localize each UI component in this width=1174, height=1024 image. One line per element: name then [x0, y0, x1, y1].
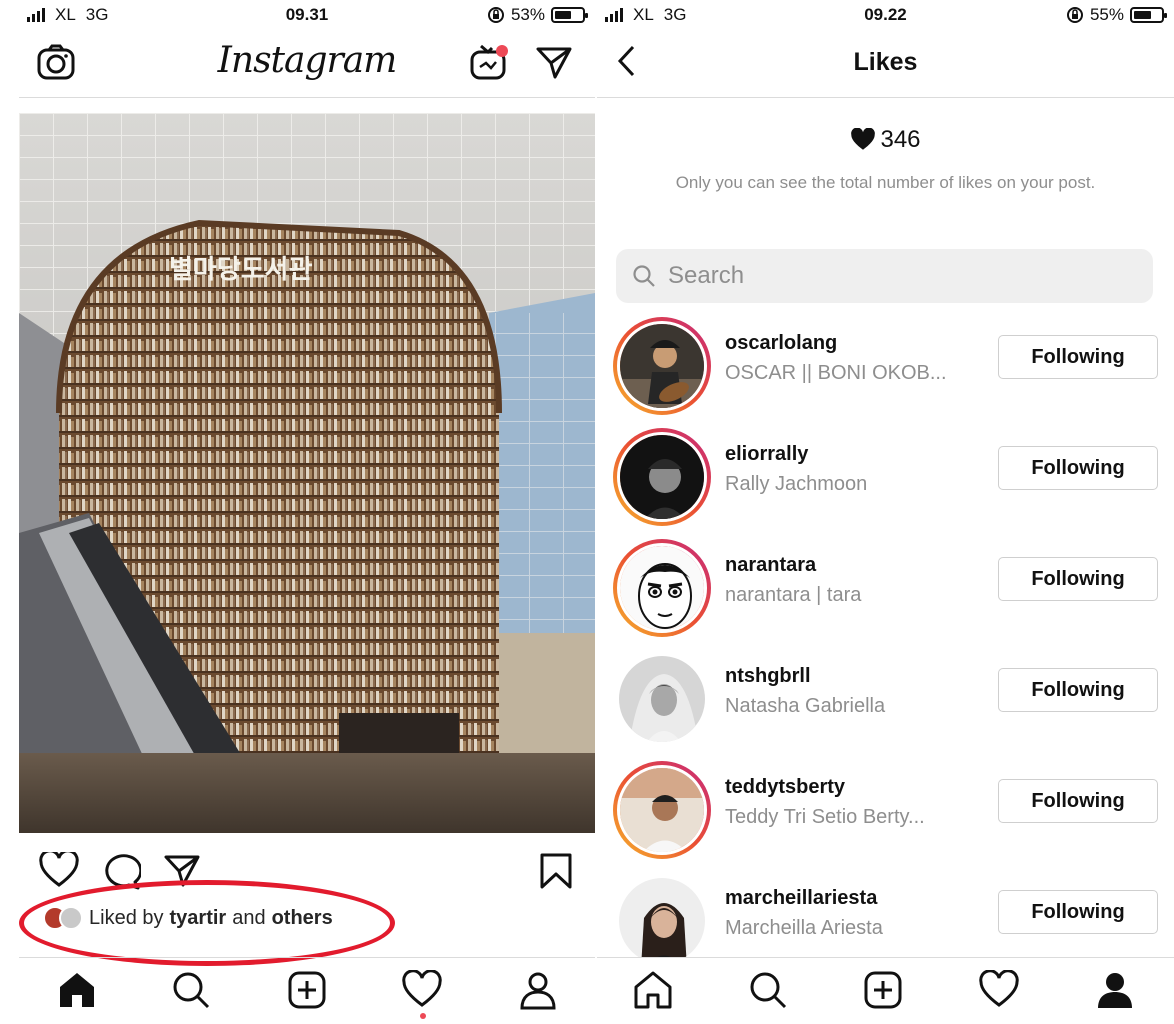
list-item[interactable]: ntshgbrll Natasha Gabriella Following [597, 645, 1174, 756]
username[interactable]: oscarlolang [725, 332, 837, 355]
list-item[interactable]: narantara narantara | tara Following [597, 534, 1174, 645]
status-bar: XL 3G 09.31 53% [19, 0, 595, 30]
feed-screen: XL 3G 09.31 53% Instagram 별마당도서관 Liked b… [19, 0, 595, 1024]
avatar [619, 878, 705, 964]
following-button[interactable]: Following [998, 446, 1158, 490]
likes-privacy-note: Only you can see the total number of lik… [675, 173, 1096, 192]
list-item[interactable]: teddytsberty Teddy Tri Setio Berty... Fo… [597, 756, 1174, 867]
bottom-tab-bar [597, 957, 1174, 1024]
full-name: narantara | tara [725, 584, 862, 606]
battery-percent: 53% [510, 5, 545, 24]
like-count: 346 [597, 126, 1174, 154]
igtv-icon[interactable] [469, 42, 509, 82]
library-sign: 별마당도서관 [169, 255, 313, 285]
profile-icon[interactable] [1095, 970, 1135, 1010]
search-icon [633, 265, 655, 287]
username[interactable]: narantara [725, 554, 816, 577]
full-name: Natasha Gabriella [725, 695, 886, 717]
home-icon[interactable] [57, 970, 97, 1010]
search-input[interactable]: Search [616, 249, 1153, 303]
following-button[interactable]: Following [998, 668, 1158, 712]
profile-icon[interactable] [518, 970, 558, 1010]
following-button[interactable]: Following [998, 557, 1158, 601]
likes-header: Likes [597, 30, 1174, 98]
bottom-tab-bar [19, 957, 595, 1024]
notification-dot [420, 1013, 426, 1019]
others-link[interactable]: others [272, 907, 333, 930]
following-button[interactable]: Following [998, 890, 1158, 934]
liker-username[interactable]: tyartir [170, 907, 227, 930]
direct-message-icon[interactable] [535, 46, 573, 80]
username[interactable]: eliorrally [725, 443, 808, 466]
like-count-value: 346 [880, 126, 921, 153]
username[interactable]: ntshgbrll [725, 665, 811, 688]
home-icon[interactable] [633, 970, 673, 1010]
page-title: Likes [853, 48, 918, 76]
add-icon[interactable] [287, 970, 327, 1010]
feed-header: Instagram [19, 30, 595, 98]
list-item[interactable]: eliorrally Rally Jachmoon Following [597, 423, 1174, 534]
search-placeholder: Search [668, 262, 745, 289]
battery-percent: 55% [1089, 5, 1124, 24]
liked-by-connector: and [232, 906, 266, 929]
search-icon[interactable] [171, 970, 211, 1010]
heart-icon[interactable] [402, 970, 442, 1010]
full-name: OSCAR || BONI OKOB... [725, 362, 947, 384]
bookmark-icon[interactable] [539, 852, 573, 890]
liked-by-prefix: Liked by [89, 906, 164, 929]
battery-icon [551, 7, 588, 23]
full-name: Teddy Tri Setio Berty... [725, 806, 925, 828]
heart-filled-icon [851, 128, 876, 150]
liker-avatar [59, 906, 83, 930]
full-name: Marcheilla Ariesta [725, 917, 883, 939]
likes-screen: XL 3G 09.22 55% Likes 346 Only you can s… [597, 0, 1174, 1024]
library-photo: 별마당도서관 [19, 113, 595, 833]
username[interactable]: marcheillariesta [725, 887, 877, 910]
full-name: Rally Jachmoon [725, 473, 868, 495]
battery-icon [1130, 7, 1167, 23]
list-item[interactable]: oscarlolang OSCAR || BONI OKOB... Follow… [597, 312, 1174, 423]
like-heart-icon[interactable] [39, 852, 79, 888]
heart-icon[interactable] [979, 970, 1019, 1010]
username[interactable]: teddytsberty [725, 776, 845, 799]
rotation-lock-icon [1066, 7, 1083, 23]
post-image[interactable]: 별마당도서관 [19, 113, 595, 833]
avatar [617, 765, 707, 855]
rotation-lock-icon [487, 7, 504, 23]
search-icon[interactable] [748, 970, 788, 1010]
add-icon[interactable] [863, 970, 903, 1010]
liked-by-row[interactable]: Liked by tyartir and others [43, 906, 333, 930]
status-bar: XL 3G 09.22 55% [597, 0, 1174, 30]
avatar [617, 432, 707, 522]
following-button[interactable]: Following [998, 779, 1158, 823]
avatar [619, 656, 705, 742]
avatar [617, 543, 707, 633]
following-button[interactable]: Following [998, 335, 1158, 379]
avatar [617, 321, 707, 411]
